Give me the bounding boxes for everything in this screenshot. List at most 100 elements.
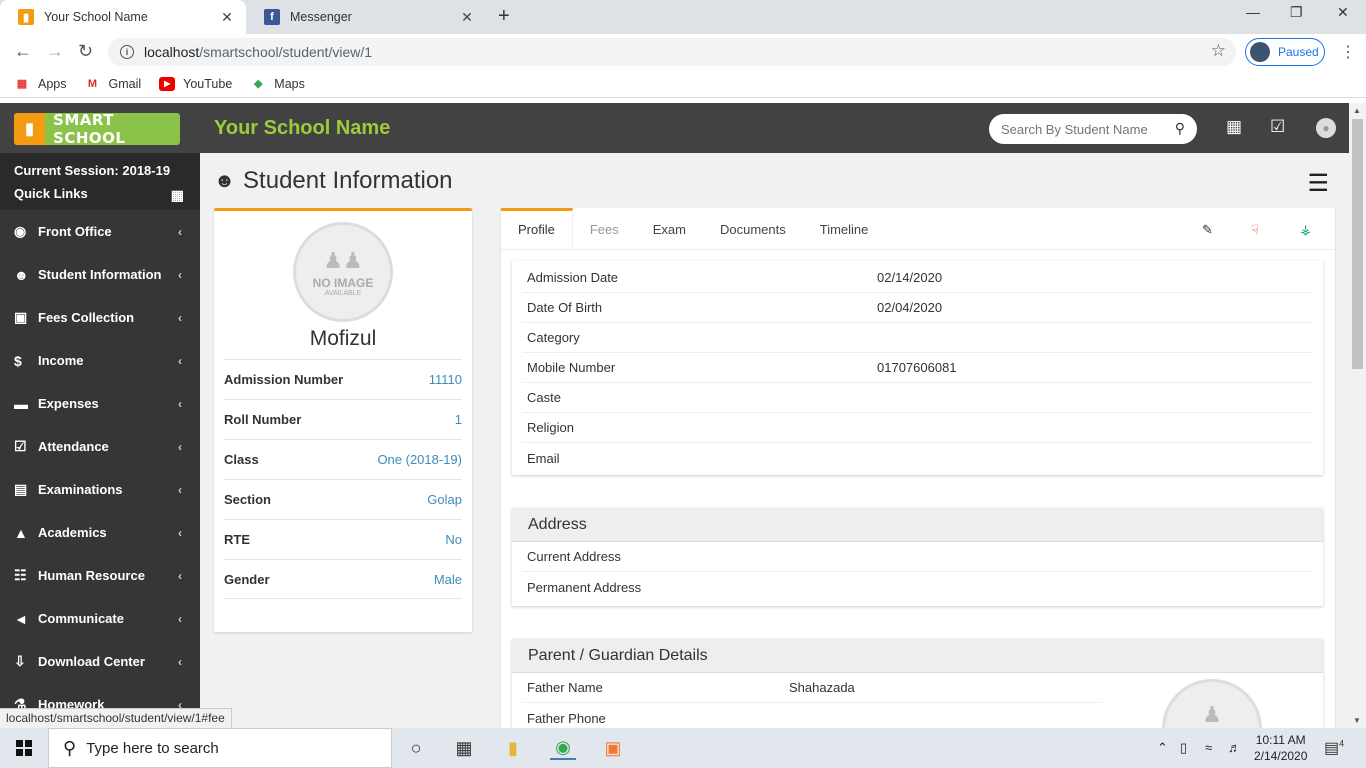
close-window-icon[interactable]: ✕ <box>1337 4 1349 21</box>
forward-icon[interactable]: → <box>46 41 64 62</box>
page-scrollbar[interactable]: ▲ ▼ <box>1349 103 1366 728</box>
student-search-input[interactable] <box>1001 121 1161 137</box>
bookmark-apps[interactable]: ▦ Apps <box>14 77 67 91</box>
profile-button[interactable]: Paused <box>1245 38 1325 66</box>
bookmark-youtube[interactable]: ▶ YouTube <box>159 76 232 91</box>
taskbar-search-placeholder: Type here to search <box>86 739 219 757</box>
tab-profile[interactable]: Profile <box>501 208 573 250</box>
info-icon[interactable]: i <box>120 45 134 59</box>
tray-chevron-icon[interactable]: ⌃ <box>1157 740 1168 756</box>
xampp-icon[interactable]: ▣ <box>600 736 626 760</box>
browser-menu-icon[interactable]: ⋮ <box>1340 42 1356 62</box>
bookmark-label: Apps <box>38 76 67 91</box>
tab-fees[interactable]: Fees <box>573 208 636 250</box>
cortana-icon[interactable]: ○ <box>403 736 429 760</box>
sidebar-item-fees-collection[interactable]: ▣ Fees Collection ‹ <box>0 296 200 339</box>
browser-tab-school[interactable]: ▮ Your School Name ✕ <box>0 0 246 34</box>
scroll-thumb[interactable] <box>1352 119 1363 369</box>
field-label: Father Phone <box>527 710 606 726</box>
sidebar-item-student-information[interactable]: ☻ Student Information ‹ <box>0 253 200 296</box>
sidebar-item-income[interactable]: $ Income ‹ <box>0 339 200 382</box>
wifi-icon[interactable]: ≈ <box>1205 740 1212 755</box>
search-icon[interactable]: ⚲ <box>1175 120 1185 137</box>
taskbar-search[interactable]: ⚲ Type here to search <box>48 728 392 768</box>
sidebar-item-download-center[interactable]: ⇩ Download Center ‹ <box>0 640 200 683</box>
field-label: Category <box>527 330 580 345</box>
restore-icon[interactable]: ❐ <box>1290 4 1303 21</box>
bookmark-star-icon[interactable]: ☆ <box>1211 41 1226 61</box>
url-input[interactable]: i localhost/smartschool/student/view/1 ☆ <box>108 38 1236 66</box>
sidebar-item-label: Human Resource <box>38 568 145 583</box>
close-tab-icon[interactable]: ✕ <box>458 9 476 26</box>
sidebar-item-front-office[interactable]: ◉ Front Office ‹ <box>0 210 200 253</box>
quick-links[interactable]: Quick Links <box>14 186 186 201</box>
bookmark-maps[interactable]: ◆ Maps <box>250 77 305 91</box>
detail-value[interactable]: One (2018-19) <box>377 452 462 467</box>
sidebar-item-label: Income <box>38 353 84 368</box>
bookmark-gmail[interactable]: M Gmail <box>85 77 141 91</box>
reload-icon[interactable]: ↻ <box>78 41 93 62</box>
task-check-icon[interactable]: ☑ <box>1270 117 1285 137</box>
detail-label: Admission Number <box>224 372 344 387</box>
school-name[interactable]: Your School Name <box>214 117 390 140</box>
map-icon: ▤ <box>14 481 28 497</box>
tab-exam[interactable]: Exam <box>636 208 703 250</box>
detail-label: Section <box>224 492 271 507</box>
url-path: /smartschool/student/view/1 <box>199 44 373 60</box>
detail-label: Gender <box>224 571 270 587</box>
minimize-icon[interactable]: — <box>1246 4 1260 20</box>
url-host: localhost <box>144 44 200 60</box>
guardian-card: Parent / Guardian Details Father Name Sha… <box>512 639 1323 728</box>
sidebar-item-attendance[interactable]: ☑ Attendance ‹ <box>0 425 200 468</box>
graduation-cap-icon: ▲ <box>14 524 28 541</box>
tab-title: Messenger <box>290 10 352 24</box>
battery-icon[interactable]: ▯ <box>1180 740 1187 756</box>
edit-pencil-icon[interactable]: ✎ <box>1202 222 1213 238</box>
thumbs-down-icon[interactable]: ☟ <box>1251 222 1259 238</box>
scroll-down-icon[interactable]: ▼ <box>1353 716 1361 725</box>
browser-tab-messenger[interactable]: f Messenger ✕ <box>246 0 486 34</box>
smart-school-logo[interactable]: ▮ SMART SCHOOL <box>14 111 180 147</box>
sidebar-item-human-resource[interactable]: ☷ Human Resource ‹ <box>0 554 200 597</box>
key-icon[interactable]: ⚶ <box>1300 222 1311 238</box>
page-title-text: Student Information <box>243 167 453 194</box>
address-card: Address Current Address Permanent Address <box>512 508 1323 606</box>
calendar-icon[interactable]: ▦ <box>1226 117 1242 137</box>
sidebar-item-expenses[interactable]: ▬ Expenses ‹ <box>0 382 200 425</box>
detail-value[interactable]: No <box>445 532 462 547</box>
user-avatar-icon[interactable]: ● <box>1316 118 1336 138</box>
notification-icon[interactable]: ▤4 <box>1324 738 1344 758</box>
sidebar-item-label: Academics <box>38 525 107 540</box>
scroll-up-icon[interactable]: ▲ <box>1353 106 1361 115</box>
sidebar-item-label: Student Information <box>38 267 162 282</box>
field-label: Religion <box>527 420 574 435</box>
sidebar-item-academics[interactable]: ▲ Academics ‹ <box>0 511 200 554</box>
back-icon[interactable]: ← <box>14 41 32 62</box>
sidebar-item-label: Fees Collection <box>38 310 135 325</box>
close-tab-icon[interactable]: ✕ <box>218 9 236 26</box>
detail-label: Class <box>224 452 259 467</box>
current-session[interactable]: Current Session: 2018-19 <box>14 163 186 178</box>
windows-start-icon[interactable] <box>16 740 32 756</box>
file-explorer-icon[interactable]: ▮ <box>500 736 526 760</box>
chrome-icon[interactable]: ◉ <box>550 736 576 760</box>
field-row: Father Phone <box>522 703 1102 728</box>
task-view-icon[interactable]: ▦ <box>451 736 477 760</box>
status-bar-url: localhost/smartschool/student/view/1#fee <box>0 708 232 728</box>
detail-value[interactable]: Male <box>434 572 462 587</box>
volume-icon[interactable]: ♬ <box>1228 740 1241 755</box>
student-details-list: Admission Number 11110 Roll Number 1 Class On… <box>224 359 462 599</box>
field-label: Permanent Address <box>527 579 642 595</box>
grid-icon[interactable]: ▦ <box>171 187 184 204</box>
system-clock[interactable]: 10:11 AM 2/14/2020 <box>1254 732 1307 764</box>
sidebar-item-examinations[interactable]: ▤ Examinations ‹ <box>0 468 200 511</box>
hamburger-menu-icon[interactable]: ☰ <box>1307 169 1329 198</box>
detail-value[interactable]: Golap <box>427 492 462 507</box>
detail-value[interactable]: 1 <box>455 412 462 427</box>
tab-documents[interactable]: Documents <box>703 208 803 250</box>
sidebar-item-communicate[interactable]: ◄ Communicate ‹ <box>0 597 200 640</box>
new-tab-icon[interactable]: + <box>498 5 510 28</box>
tab-timeline[interactable]: Timeline <box>803 208 886 250</box>
credit-card-icon: ▬ <box>14 395 28 412</box>
detail-value[interactable]: 11110 <box>429 372 462 387</box>
